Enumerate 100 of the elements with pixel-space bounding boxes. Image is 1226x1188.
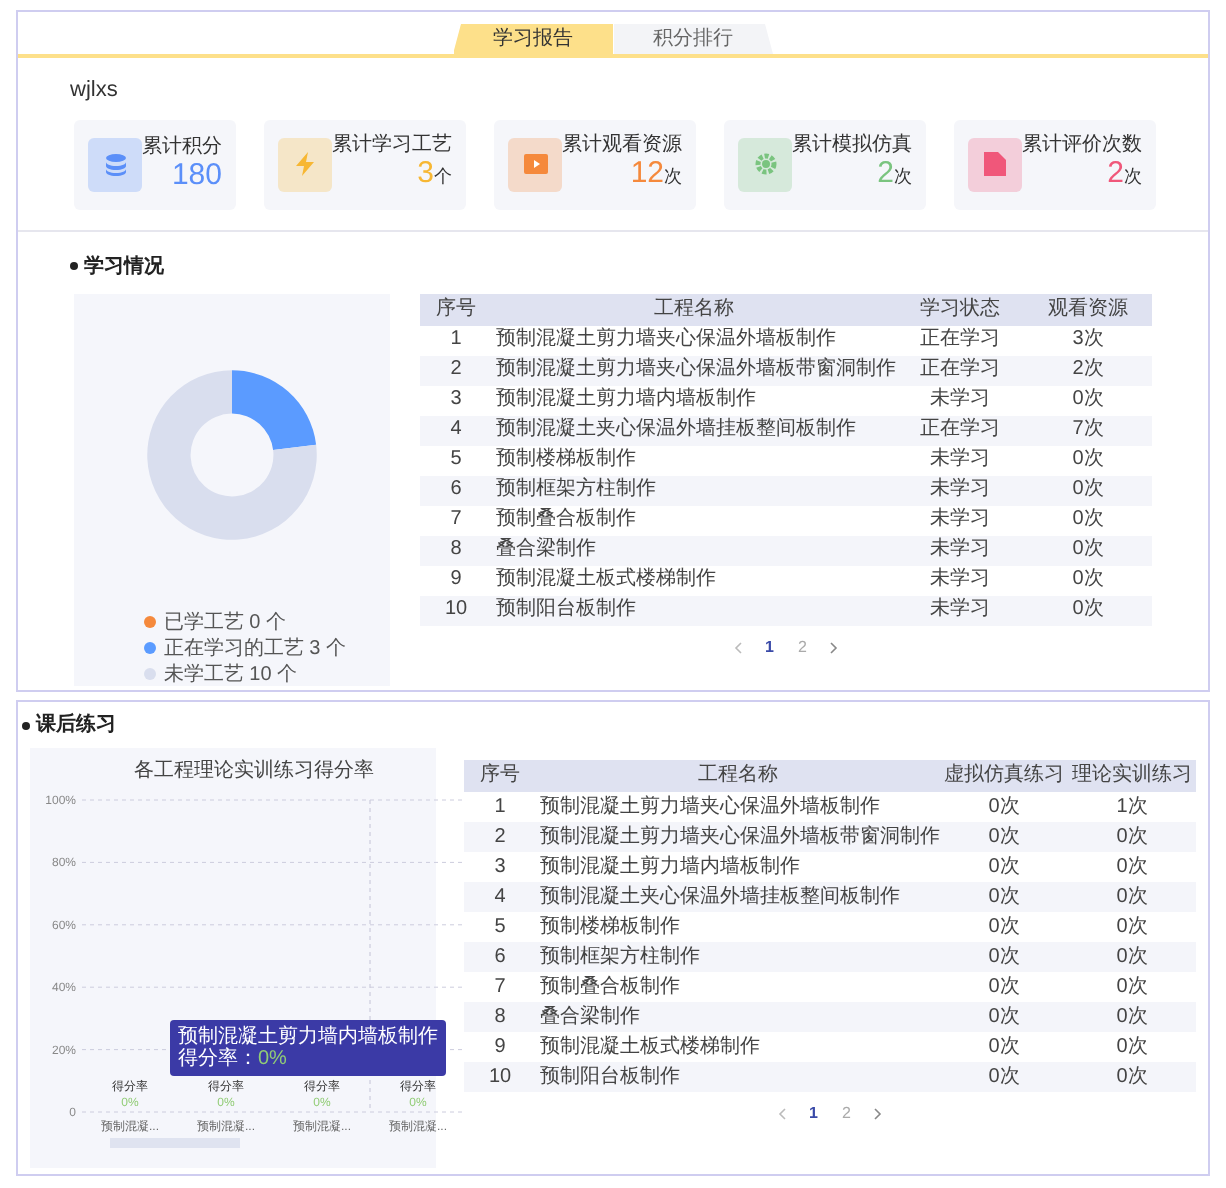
next-page-icon[interactable] — [874, 1108, 883, 1120]
bullet-icon — [22, 721, 30, 729]
previous-page-icon[interactable] — [777, 1108, 786, 1120]
table-cell-text: 0次 — [1070, 478, 1106, 502]
table-cell-text: 4 — [448, 418, 464, 442]
table-cell-text: 8 — [492, 1005, 508, 1029]
table-cell-text: 0次 — [1070, 388, 1106, 412]
table-cell-text: 0次 — [1114, 945, 1150, 969]
bullet-icon — [70, 262, 78, 270]
table-cell-text: 0次 — [986, 945, 1022, 969]
stat-value: 3个 — [417, 156, 452, 194]
page-number[interactable]: 1 — [765, 635, 774, 659]
chart-title: 各工程理论实训练习得分率 — [134, 760, 374, 782]
table-cell-text: 0次 — [1114, 915, 1150, 939]
next-page-icon[interactable] — [830, 641, 839, 653]
table-cell-text: 0次 — [1070, 538, 1106, 562]
table-cell-text: 预制框架方柱制作 — [538, 945, 702, 969]
table-cell-text: 0次 — [986, 795, 1022, 819]
table-cell-text: 0次 — [1114, 855, 1150, 879]
table-cell-text: 1 — [492, 795, 508, 819]
column-header: 虚拟仿真练习 — [942, 764, 1066, 788]
table-cell-text: 2次 — [1070, 358, 1106, 382]
table-cell-text: 0次 — [1070, 598, 1106, 622]
table-cell-text: 0次 — [986, 855, 1022, 879]
stat-label: 累计学习工艺 — [332, 134, 452, 156]
table-cell-text: 预制混凝土剪力墙夹心保温外墙板带窗洞制作 — [538, 825, 940, 849]
table-cell-text: 预制楼梯板制作 — [538, 915, 682, 939]
table-cell-text: 7 — [448, 508, 464, 532]
section-title-text: 学习情况 — [84, 253, 164, 281]
document-icon — [984, 152, 1006, 176]
tooltip-title: 预制混凝土剪力墙内墙板制作 — [178, 1026, 438, 1048]
table-cell-text: 0次 — [1114, 975, 1150, 999]
lightning-icon — [293, 152, 317, 176]
table-cell-text: 5 — [492, 915, 508, 939]
table-cell-text: 未学习 — [928, 568, 992, 592]
table-cell-text: 8 — [448, 538, 464, 562]
table-cell-text: 0次 — [1070, 508, 1106, 532]
table-cell-text: 10 — [442, 598, 470, 622]
table-cell-text: 预制混凝土剪力墙夹心保温外墙板制作 — [538, 795, 882, 819]
table-cell-text: 4 — [492, 885, 508, 909]
legend-label: 正在学习的工艺 3 个 — [163, 637, 346, 659]
table-cell-text: 0次 — [986, 1065, 1022, 1089]
table-cell-text: 预制混凝土夹心保温外墙挂板整间板制作 — [538, 885, 902, 909]
stat-label: 累计观看资源 — [562, 134, 682, 156]
table-cell-text: 0次 — [986, 975, 1022, 999]
table-cell-text: 6 — [492, 945, 508, 969]
table-cell-text: 3次 — [1070, 328, 1106, 352]
legend-label: 未学工艺 10 个 — [163, 663, 298, 685]
table-cell-text: 0次 — [986, 915, 1022, 939]
table-cell-text: 5 — [448, 448, 464, 472]
table-cell-text: 0次 — [1070, 448, 1106, 472]
previous-page-icon[interactable] — [733, 641, 742, 653]
table-cell-text: 7次 — [1070, 418, 1106, 442]
video-icon — [523, 152, 547, 176]
table-cell-text: 0次 — [1114, 1035, 1150, 1059]
table-cell-text: 3 — [448, 388, 464, 412]
tab[interactable]: 积分排行 — [613, 24, 773, 54]
column-header: 理论实训练习 — [1070, 764, 1194, 788]
table-cell-text: 1次 — [1114, 795, 1150, 819]
table-cell-text: 2 — [448, 358, 464, 382]
table-cell-text: 0次 — [986, 1035, 1022, 1059]
tooltip-value: 得分率：0% — [178, 1048, 289, 1070]
table-cell-text: 预制阳台板制作 — [538, 1065, 682, 1089]
legend-label: 已学工艺 0 个 — [163, 611, 286, 633]
stat-value: 2次 — [877, 156, 912, 194]
section-title-text: 课后练习 — [36, 711, 116, 740]
table-cell-text: 0次 — [1114, 1065, 1150, 1089]
table-cell-text: 叠合梁制作 — [494, 538, 598, 562]
table-cell-text: 0次 — [986, 825, 1022, 849]
table-cell-text: 正在学习 — [918, 418, 1002, 442]
stat-label: 累计模拟仿真 — [792, 134, 912, 156]
table-cell-text: 预制混凝土剪力墙内墙板制作 — [494, 388, 758, 412]
table-cell-text: 正在学习 — [918, 328, 1002, 352]
stat-label: 累计评价次数 — [1022, 134, 1142, 156]
table-cell-text: 预制叠合板制作 — [494, 508, 638, 532]
table-cell-text: 0次 — [986, 885, 1022, 909]
table-cell-text: 3 — [492, 855, 508, 879]
table-cell-text: 未学习 — [928, 598, 992, 622]
column-header: 观看资源 — [1046, 297, 1130, 321]
table-cell-text: 预制混凝土夹心保温外墙挂板整间板制作 — [494, 418, 858, 442]
stat-value: 12次 — [630, 156, 682, 194]
table-cell-text: 预制混凝土剪力墙夹心保温外墙板制作 — [494, 328, 838, 352]
table-cell-text: 1 — [448, 328, 464, 352]
database-icon — [103, 152, 127, 176]
user-name: wjlxs — [70, 76, 120, 106]
table-cell-text: 预制阳台板制作 — [494, 598, 638, 622]
table-cell-text: 2 — [492, 825, 508, 849]
column-header: 工程名称 — [696, 764, 780, 788]
table-cell-text: 9 — [492, 1035, 508, 1059]
table-cell-text: 0次 — [1114, 885, 1150, 909]
table-cell-text: 未学习 — [928, 388, 992, 412]
table-cell-text: 叠合梁制作 — [538, 1005, 642, 1029]
table-cell-text: 10 — [486, 1065, 514, 1089]
table-cell-text: 预制框架方柱制作 — [494, 478, 658, 502]
column-header: 工程名称 — [652, 297, 736, 321]
column-header: 序号 — [434, 297, 478, 321]
table-cell-text: 7 — [492, 975, 508, 999]
tab[interactable]: 学习报告 — [453, 24, 613, 54]
page-number[interactable]: 1 — [809, 1102, 818, 1126]
table-cell-text: 0次 — [1070, 568, 1106, 592]
